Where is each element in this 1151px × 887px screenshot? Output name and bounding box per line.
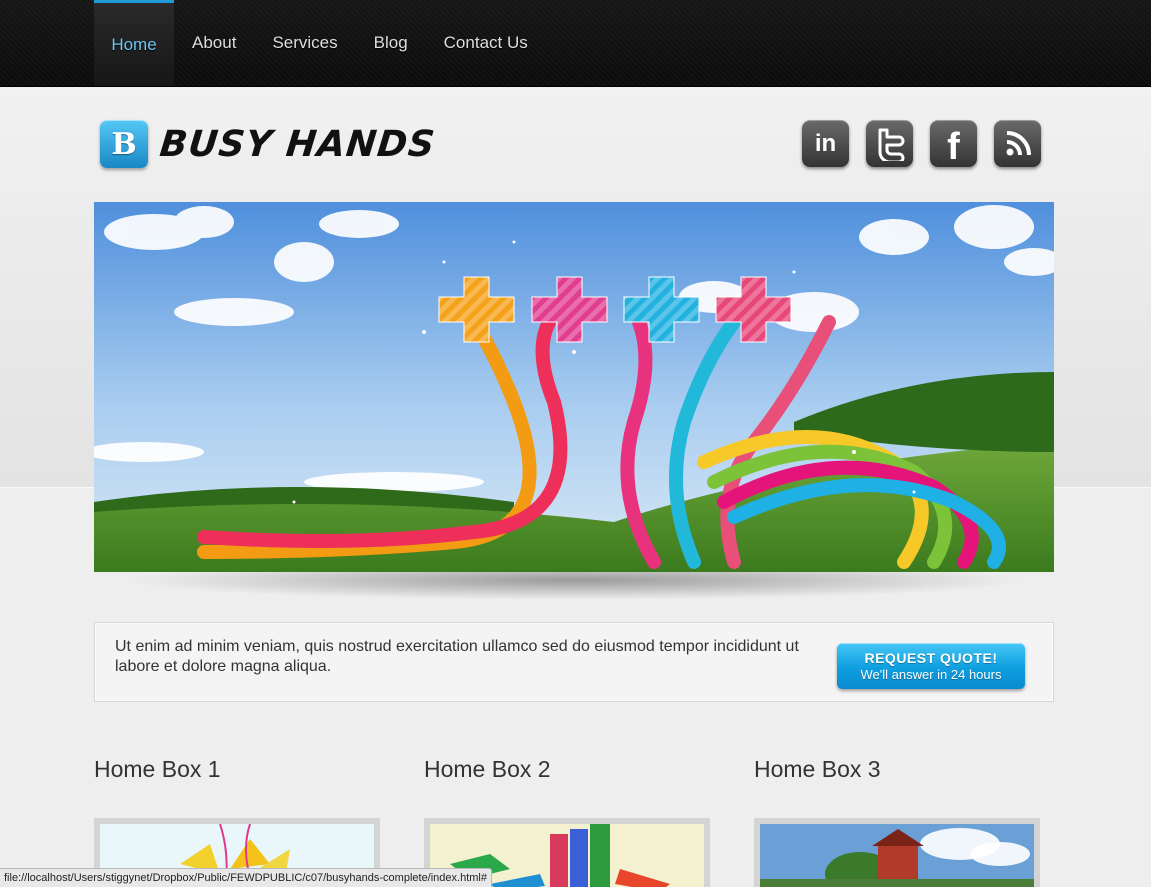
rss-button[interactable] [994, 120, 1041, 167]
top-navigation-bar: Home About Services Blog Contact Us [0, 0, 1151, 87]
home-box-2-title: Home Box 2 [424, 756, 551, 782]
twitter-icon [874, 127, 906, 161]
nav-blog[interactable]: Blog [356, 0, 426, 86]
hero-banner-image [94, 202, 1054, 572]
home-box-3-title: Home Box 3 [754, 756, 881, 782]
cta-text: Ut enim ad minim veniam, quis nostrud ex… [115, 638, 799, 675]
call-to-action-strip: Ut enim ad minim veniam, quis nostrud ex… [94, 622, 1054, 702]
home-box-3-thumbnail [760, 824, 1034, 887]
rss-icon [1004, 130, 1032, 158]
linkedin-icon: in [814, 129, 837, 157]
twitter-button[interactable] [866, 120, 913, 167]
nav-services[interactable]: Services [254, 0, 355, 86]
nav-about[interactable]: About [174, 0, 254, 86]
request-quote-label: REQUEST QUOTE! [864, 650, 998, 666]
main-nav: Home About Services Blog Contact Us [94, 0, 546, 86]
social-links: in f [802, 120, 1041, 168]
site-logo[interactable]: B BUSY HANDS [100, 120, 438, 168]
nav-contact-us[interactable]: Contact Us [426, 0, 546, 86]
logo-badge-icon: B [100, 120, 148, 168]
site-name: BUSY HANDS [157, 123, 438, 165]
facebook-icon: f [947, 126, 960, 168]
facebook-button[interactable]: f [930, 120, 977, 168]
nav-home[interactable]: Home [94, 0, 174, 86]
browser-status-url: file://localhost/Users/stiggynet/Dropbox… [0, 868, 492, 887]
request-quote-subtitle: We'll answer in 24 hours [860, 667, 1002, 682]
home-box-3-image[interactable] [754, 818, 1040, 887]
home-box-1-title: Home Box 1 [94, 756, 221, 782]
linkedin-button[interactable]: in [802, 120, 849, 167]
request-quote-button[interactable]: REQUEST QUOTE! We'll answer in 24 hours [837, 643, 1025, 689]
